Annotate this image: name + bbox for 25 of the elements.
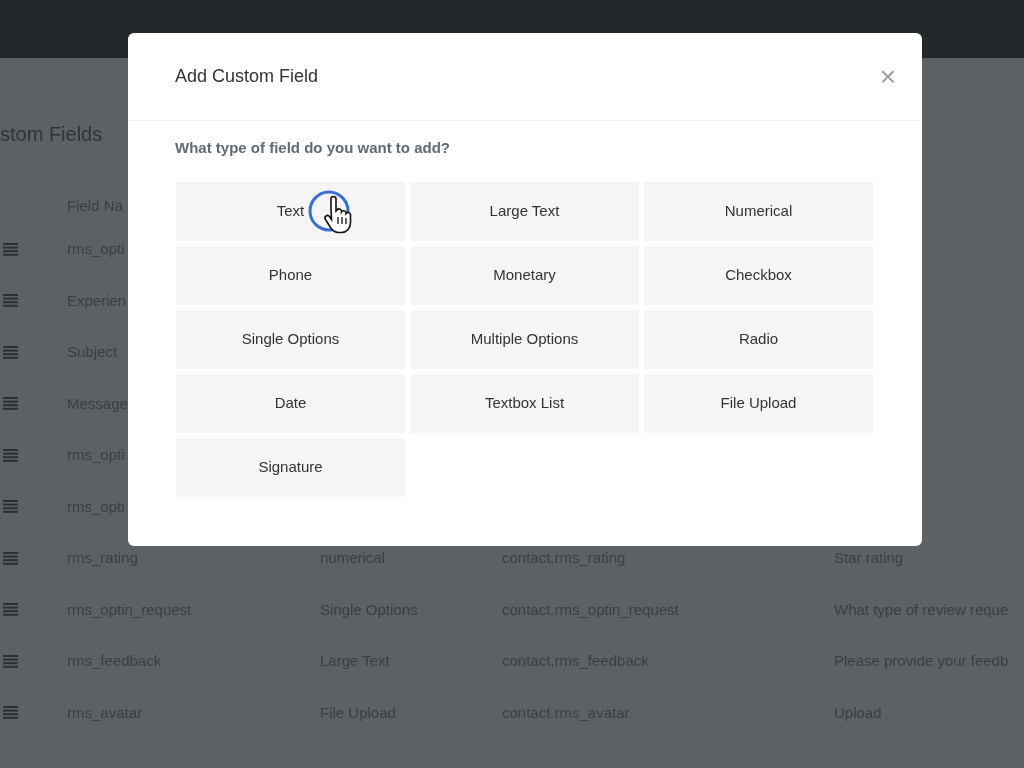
field-type-option[interactable]: Numerical <box>644 181 873 241</box>
drag-handle-icon[interactable] <box>3 397 18 411</box>
question-text: What type of field do you want to add? <box>175 138 451 158</box>
field-type-option[interactable]: Phone <box>176 245 405 305</box>
drag-handle-icon[interactable] <box>3 294 18 308</box>
drag-handle-icon[interactable] <box>3 448 18 462</box>
field-type-option[interactable]: Textbox List <box>410 373 639 433</box>
drag-handle-icon[interactable] <box>3 706 18 720</box>
drag-handle-icon[interactable] <box>3 345 18 359</box>
drag-handle-icon[interactable] <box>3 551 18 565</box>
dialog-title: Add Custom Field <box>175 65 319 88</box>
field-type-option[interactable]: Large Text <box>410 181 639 241</box>
field-type-option[interactable]: Date <box>176 373 405 433</box>
field-type-option[interactable]: Signature <box>176 437 405 497</box>
field-type-option[interactable]: Multiple Options <box>410 309 639 369</box>
field-type-option[interactable]: Radio <box>644 309 873 369</box>
field-type-option[interactable]: Single Options <box>176 309 405 369</box>
field-type-option[interactable]: Text <box>176 181 405 241</box>
drag-handle-icon[interactable] <box>3 654 18 668</box>
drag-handle-icon[interactable] <box>3 242 18 256</box>
field-type-option[interactable]: Monetary <box>410 245 639 305</box>
field-type-option[interactable]: File Upload <box>644 373 873 433</box>
field-type-option[interactable]: Checkbox <box>644 245 873 305</box>
drag-handle-icon[interactable] <box>3 500 18 514</box>
drag-handle-icon[interactable] <box>3 603 18 617</box>
